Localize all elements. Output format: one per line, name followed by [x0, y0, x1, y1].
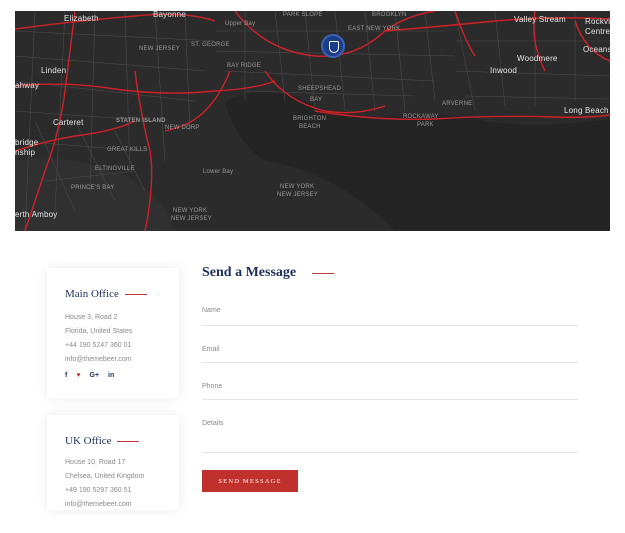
map-label-park: PARK: [417, 122, 434, 128]
office-email[interactable]: info@themebeer.com: [65, 353, 132, 367]
title-underline: [125, 294, 147, 295]
map-label-new-jersey-2: NEW JERSEY: [277, 192, 319, 198]
map-label-princes-bay: PRINCE'S BAY: [71, 185, 115, 191]
map-label-bay-ridge: BAY RIDGE: [227, 63, 261, 69]
office-title: Main Office: [65, 288, 119, 300]
phone-field[interactable]: Phone: [202, 383, 578, 400]
map-label-staten-island: STATEN ISLAND: [116, 118, 166, 124]
address-line: House 10, Road 17: [65, 459, 126, 466]
form-title: Send a Message: [202, 265, 297, 280]
map-label-upper-bay: Upper Bay: [225, 21, 256, 27]
send-message-button[interactable]: SEND MESSAGE: [202, 470, 298, 492]
social-links: f ♥ G+ in: [65, 372, 114, 379]
shield-crest-icon[interactable]: [321, 34, 345, 58]
office-address: House 10, Road 17 Chelsea, United Kingdo…: [65, 456, 144, 510]
facebook-icon[interactable]: f: [65, 372, 67, 379]
map-label-rockaway: ROCKAWAY: [403, 114, 439, 120]
address-city: Chelsea, United Kingdom: [65, 473, 145, 480]
address-city: Florida, United States: [65, 328, 133, 335]
phone-label: Phone: [202, 383, 223, 390]
map-label-beach: BEACH: [299, 124, 321, 130]
map-label-park-slope: PARK SLOPE: [283, 12, 323, 18]
map-label-bridge: bridge: [15, 138, 39, 147]
map-label-new-york-2: NEW YORK: [173, 208, 208, 214]
map-label-eltingville: ELTINGVILLE: [95, 166, 135, 172]
map-label-elizabeth: Elizabeth: [64, 14, 99, 23]
details-label: Details: [202, 420, 224, 427]
map-label-linden: Linden: [41, 66, 67, 75]
map-label-great-kills: GREAT KILLS: [107, 147, 148, 153]
address-line: House 3, Road 2: [65, 314, 118, 321]
map-label-bay: BAY: [310, 97, 323, 103]
map-label-township: nship: [15, 148, 36, 157]
map-label-oceanside: Oceansid: [583, 45, 610, 54]
linkedin-icon[interactable]: in: [108, 372, 114, 379]
map-label-new-jersey-3: NEW JERSEY: [171, 216, 213, 222]
name-field[interactable]: Name: [202, 307, 578, 326]
map-label-new-jersey: NEW JERSEY: [139, 46, 181, 52]
heart-icon[interactable]: ♥: [76, 372, 80, 379]
uk-office-card: UK Office House 10, Road 17 Chelsea, Uni…: [47, 415, 179, 510]
map-label-lower-bay: Lower Bay: [203, 169, 234, 175]
map-label-rahway: ahway: [15, 81, 40, 90]
map-label-st-george: ST. GEORGE: [191, 42, 230, 48]
map-label-bayonne: Bayonne: [153, 11, 186, 19]
office-phone: +49 190 5297 360 51: [65, 487, 132, 494]
map-label-carteret: Carteret: [53, 118, 84, 127]
map-label-brooklyn: BROOKLYN: [372, 12, 407, 18]
office-title: UK Office: [65, 435, 112, 447]
location-map[interactable]: Elizabeth Bayonne PARK SLOPE BROOKLYN Va…: [15, 11, 610, 231]
details-field[interactable]: Details: [202, 420, 578, 453]
map-label-valley-stream: Valley Stream: [514, 15, 566, 24]
map-label-new-york: NEW YORK: [280, 184, 315, 190]
map-label-centre: Centre: [585, 27, 610, 36]
title-underline: [312, 273, 334, 274]
map-label-inwood: Inwood: [490, 66, 517, 75]
office-phone: +44 190 5247 360 01: [65, 342, 132, 349]
map-label-new-dorp: NEW DORP: [165, 125, 200, 131]
title-underline: [117, 441, 139, 442]
map-label-woodmere: Woodmere: [517, 54, 558, 63]
map-label-perth-amboy: erth Amboy: [15, 210, 58, 219]
map-label-long-beach: Long Beach: [564, 106, 609, 115]
map-label-brighton: BRIGHTON: [293, 116, 327, 122]
office-email[interactable]: info@themebeer.com: [65, 498, 144, 510]
google-plus-icon[interactable]: G+: [90, 372, 100, 379]
map-label-sheepshead: SHEEPSHEAD: [298, 86, 342, 92]
email-label: Email: [202, 346, 220, 353]
map-label-rockville: Rockvill: [585, 17, 610, 26]
name-label: Name: [202, 307, 221, 314]
office-address: House 3, Road 2 Florida, United States +…: [65, 311, 132, 367]
map-label-arverne: ARVERNE: [442, 101, 473, 107]
map-label-east-new-york: EAST NEW YORK: [348, 26, 401, 32]
main-office-card: Main Office House 3, Road 2 Florida, Uni…: [47, 268, 179, 398]
email-field[interactable]: Email: [202, 346, 578, 363]
